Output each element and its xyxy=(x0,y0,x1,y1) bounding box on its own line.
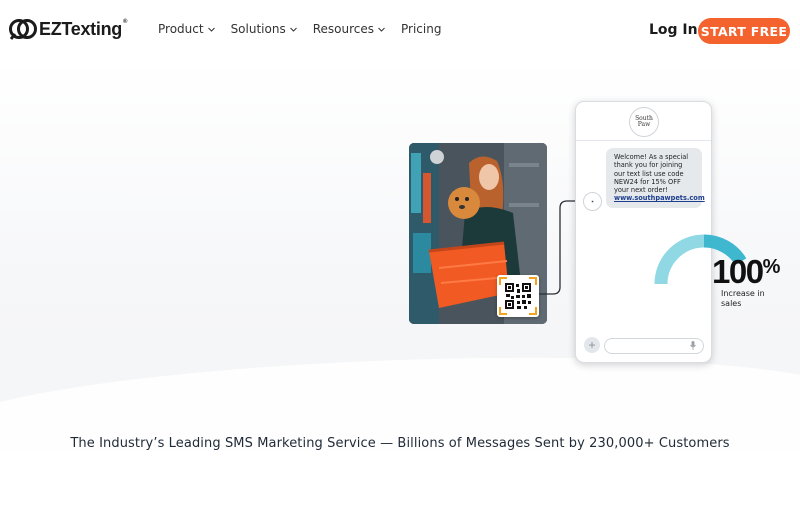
message-line: thank you for joining xyxy=(614,161,683,170)
brand-avatar: South Paw xyxy=(629,107,659,137)
site-header: EZTexting® Product Solutions Resources P… xyxy=(0,0,800,60)
microphone-icon[interactable] xyxy=(690,341,696,350)
phone-divider xyxy=(576,140,711,141)
message-link[interactable]: www.southpawpets.com xyxy=(614,194,705,202)
connector-line xyxy=(539,200,579,295)
login-link[interactable]: Log In xyxy=(649,22,698,38)
main-nav: Product Solutions Resources Pricing xyxy=(158,22,457,36)
message-line: our text list use code xyxy=(614,169,684,178)
ez-texting-logo[interactable]: EZTexting® xyxy=(9,18,127,40)
hero-tagline: The Industry’s Leading SMS Marketing Ser… xyxy=(70,436,730,451)
nav-item-product[interactable]: Product xyxy=(158,22,215,36)
chevron-down-icon xyxy=(207,27,215,32)
logo-wordmark: EZTexting® xyxy=(39,18,128,39)
stat-label: Increase in sales xyxy=(721,289,765,308)
qr-code-icon xyxy=(499,277,537,315)
nav-item-resources[interactable]: Resources xyxy=(313,22,385,36)
qr-code xyxy=(497,275,539,317)
sender-avatar: ✶ xyxy=(583,192,602,211)
stat-value: 100% xyxy=(712,253,780,290)
logo-mark-icon xyxy=(9,19,37,40)
sms-message-bubble: Welcome! As a special thank you for join… xyxy=(606,148,705,208)
message-line: your next order! xyxy=(614,186,668,195)
chevron-down-icon xyxy=(289,27,297,32)
add-attachment-button[interactable]: + xyxy=(584,337,600,353)
nav-item-solutions[interactable]: Solutions xyxy=(231,22,297,36)
message-line: Welcome! As a special xyxy=(614,153,689,161)
message-input[interactable] xyxy=(604,338,704,354)
start-free-button[interactable]: START FREE xyxy=(698,18,790,44)
chevron-down-icon xyxy=(378,27,385,32)
message-line: NEW24 for 15% OFF xyxy=(614,177,681,186)
nav-item-pricing[interactable]: Pricing xyxy=(401,22,441,36)
